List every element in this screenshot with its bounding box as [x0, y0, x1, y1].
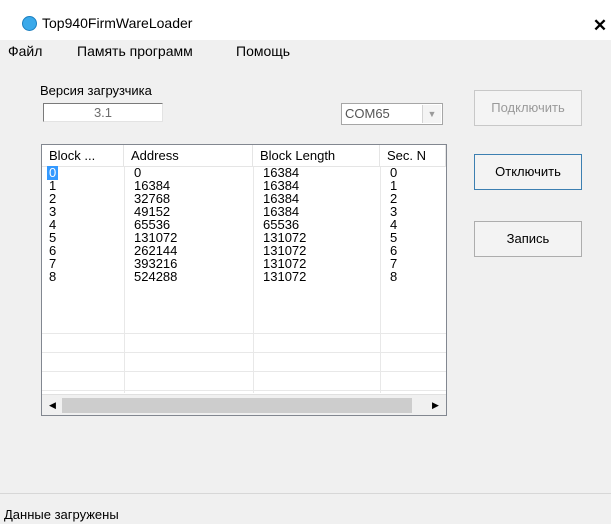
row-divider	[42, 371, 446, 372]
column-header-address[interactable]: Address	[124, 145, 253, 166]
row-divider	[42, 352, 446, 353]
table-row[interactable]: 0 0 16384 0	[42, 166, 446, 180]
column-header-block-length[interactable]: Block Length	[253, 145, 380, 166]
table-cell: 2	[49, 192, 57, 206]
blocks-table[interactable]: Block ... Address Block Length Sec. N 00…	[41, 144, 447, 416]
row-divider	[42, 333, 446, 334]
status-text: Данные загружены	[4, 507, 119, 522]
table-cell: 49152	[134, 205, 171, 219]
com-port-value: COM65	[345, 106, 390, 121]
chevron-down-icon[interactable]: ▼	[422, 105, 441, 123]
title-bar: Top940FirmWareLoader ✕	[0, 0, 611, 40]
table-cell: 65536	[134, 218, 171, 232]
table-cell: 8	[49, 270, 57, 284]
table-cell: 16384	[263, 192, 300, 206]
app-icon	[22, 16, 37, 31]
table-cell: 262144	[134, 244, 178, 258]
table-cell: 5	[49, 231, 57, 245]
table-cell: 0	[47, 166, 59, 180]
table-cell: 1	[49, 179, 57, 193]
table-cell: 16384	[263, 179, 300, 193]
table-cell: 16384	[134, 179, 171, 193]
table-row[interactable]: 3 49152 16384 3	[42, 205, 446, 219]
window-title: Top940FirmWareLoader	[42, 15, 193, 31]
table-cell: 131072	[263, 270, 307, 284]
menu-bar: Файл Память программ Помощь	[0, 40, 611, 62]
table-cell: 65536	[263, 218, 300, 232]
table-row[interactable]: 8 524288 131072 8	[42, 270, 446, 284]
scrollbar-thumb[interactable]	[62, 398, 412, 413]
table-row[interactable]: 5 131072 131072 5	[42, 231, 446, 245]
table-cell: 6	[49, 244, 57, 258]
table-cell: 131072	[263, 231, 307, 245]
com-port-select[interactable]: COM65 ▼	[341, 103, 443, 125]
loader-version-label: Версия загрузчика	[40, 83, 152, 98]
close-icon[interactable]: ✕	[590, 16, 610, 36]
table-body: 0 0 16384 0 1 16384 16384 1 2 32768 16384 2 3 49152 16…	[42, 166, 446, 393]
table-cell: 16384	[263, 205, 300, 219]
table-cell: 8	[390, 270, 398, 284]
table-row[interactable]: 6 262144 131072 6	[42, 244, 446, 258]
table-cell: 524288	[134, 270, 178, 284]
loader-version-field: 3.1	[43, 103, 163, 122]
table-cell: 1	[390, 179, 398, 193]
connect-button[interactable]: Подключить	[474, 90, 582, 126]
table-cell: 6	[390, 244, 398, 258]
table-cell: 131072	[134, 231, 178, 245]
arrow-left-icon[interactable]: ◀	[44, 397, 61, 414]
disconnect-button[interactable]: Отключить	[474, 154, 582, 190]
arrow-right-icon[interactable]: ▶	[427, 397, 444, 414]
horizontal-scrollbar[interactable]: ◀ ▶	[42, 394, 446, 415]
table-row[interactable]: 4 65536 65536 4	[42, 218, 446, 232]
table-cell: 3	[390, 205, 398, 219]
column-header-block[interactable]: Block ...	[42, 145, 124, 166]
table-cell: 5	[390, 231, 398, 245]
status-bar: Данные загружены	[0, 493, 611, 524]
table-cell: 3	[49, 205, 57, 219]
table-row[interactable]: 7 393216 131072 7	[42, 257, 446, 271]
table-cell: 131072	[263, 244, 307, 258]
table-cell: 16384	[263, 166, 300, 180]
menu-program-memory[interactable]: Память программ	[74, 43, 196, 59]
table-cell: 2	[390, 192, 398, 206]
table-cell: 7	[390, 257, 398, 271]
table-row[interactable]: 2 32768 16384 2	[42, 192, 446, 206]
table-cell: 393216	[134, 257, 178, 271]
table-cell: 32768	[134, 192, 171, 206]
column-header-sec-n[interactable]: Sec. N	[380, 145, 446, 166]
table-cell: 0	[134, 166, 142, 180]
table-cell: 4	[49, 218, 57, 232]
table-cell: 0	[390, 166, 398, 180]
table-cell: 131072	[263, 257, 307, 271]
table-header: Block ... Address Block Length Sec. N	[42, 145, 446, 167]
table-cell: 4	[390, 218, 398, 232]
table-cell: 7	[49, 257, 57, 271]
menu-file[interactable]: Файл	[5, 43, 45, 59]
table-row[interactable]: 1 16384 16384 1	[42, 179, 446, 193]
write-button[interactable]: Запись	[474, 221, 582, 257]
row-divider	[42, 390, 446, 391]
menu-help[interactable]: Помощь	[233, 43, 293, 59]
